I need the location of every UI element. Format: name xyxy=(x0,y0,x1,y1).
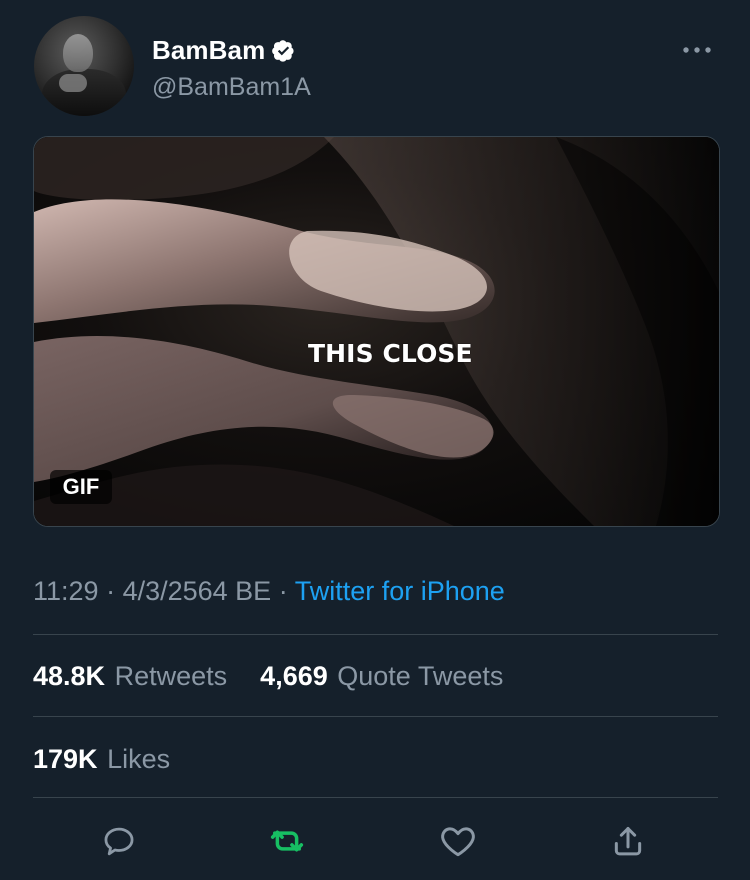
retweets-label: Retweets xyxy=(114,661,228,691)
meta-separator: · xyxy=(98,576,123,606)
avatar-head-shape xyxy=(63,34,93,72)
retweets-count: 48.8K xyxy=(33,661,106,691)
retweets-stat[interactable]: 48.8K Retweets xyxy=(33,661,235,691)
share-button[interactable] xyxy=(604,817,652,865)
quote-tweets-count: 4,669 xyxy=(260,661,328,691)
more-options-button[interactable] xyxy=(678,38,716,62)
verified-icon xyxy=(272,39,295,62)
divider xyxy=(33,797,718,798)
display-name[interactable]: BamBam xyxy=(152,35,265,66)
quote-tweets-label: Quote Tweets xyxy=(337,661,504,691)
reply-icon xyxy=(104,827,134,856)
retweet-button[interactable] xyxy=(263,817,311,865)
user-handle[interactable]: @BamBam1A xyxy=(152,71,311,103)
meta-separator: · xyxy=(271,576,295,606)
divider xyxy=(33,716,718,717)
likes-stat[interactable]: 179K Likes xyxy=(33,739,170,779)
heart-icon xyxy=(441,827,475,857)
engagement-stats-row: 48.8K Retweets 4,669 Quote Tweets xyxy=(33,656,503,696)
tweet-source-link[interactable]: Twitter for iPhone xyxy=(295,576,505,606)
share-icon xyxy=(614,827,642,856)
gif-media-card[interactable]: THIS CLOSE GIF xyxy=(33,136,720,527)
gif-badge: GIF xyxy=(50,470,112,504)
divider xyxy=(33,634,718,635)
more-horizontal-icon xyxy=(683,47,711,53)
gif-frame-image xyxy=(34,137,719,526)
display-name-row[interactable]: BamBam xyxy=(152,34,295,66)
tweet-meta-row: 11:29 · 4/3/2564 BE · Twitter for iPhone xyxy=(33,571,505,611)
quote-tweets-stat[interactable]: 4,669 Quote Tweets xyxy=(260,661,503,691)
like-button[interactable] xyxy=(434,817,482,865)
tweet-time: 11:29 xyxy=(33,576,99,606)
reply-button[interactable] xyxy=(95,817,143,865)
tweet-author-header: BamBam @BamBam1A xyxy=(34,16,724,122)
likes-count: 179K xyxy=(33,744,98,774)
avatar[interactable] xyxy=(34,16,134,116)
gif-caption-text: THIS CLOSE xyxy=(308,339,473,368)
avatar-hand-shape xyxy=(59,74,87,92)
tweet-action-bar xyxy=(85,817,665,867)
tweet-date: 4/3/2564 BE xyxy=(122,576,272,606)
retweet-icon xyxy=(270,830,304,852)
likes-label: Likes xyxy=(107,744,171,774)
